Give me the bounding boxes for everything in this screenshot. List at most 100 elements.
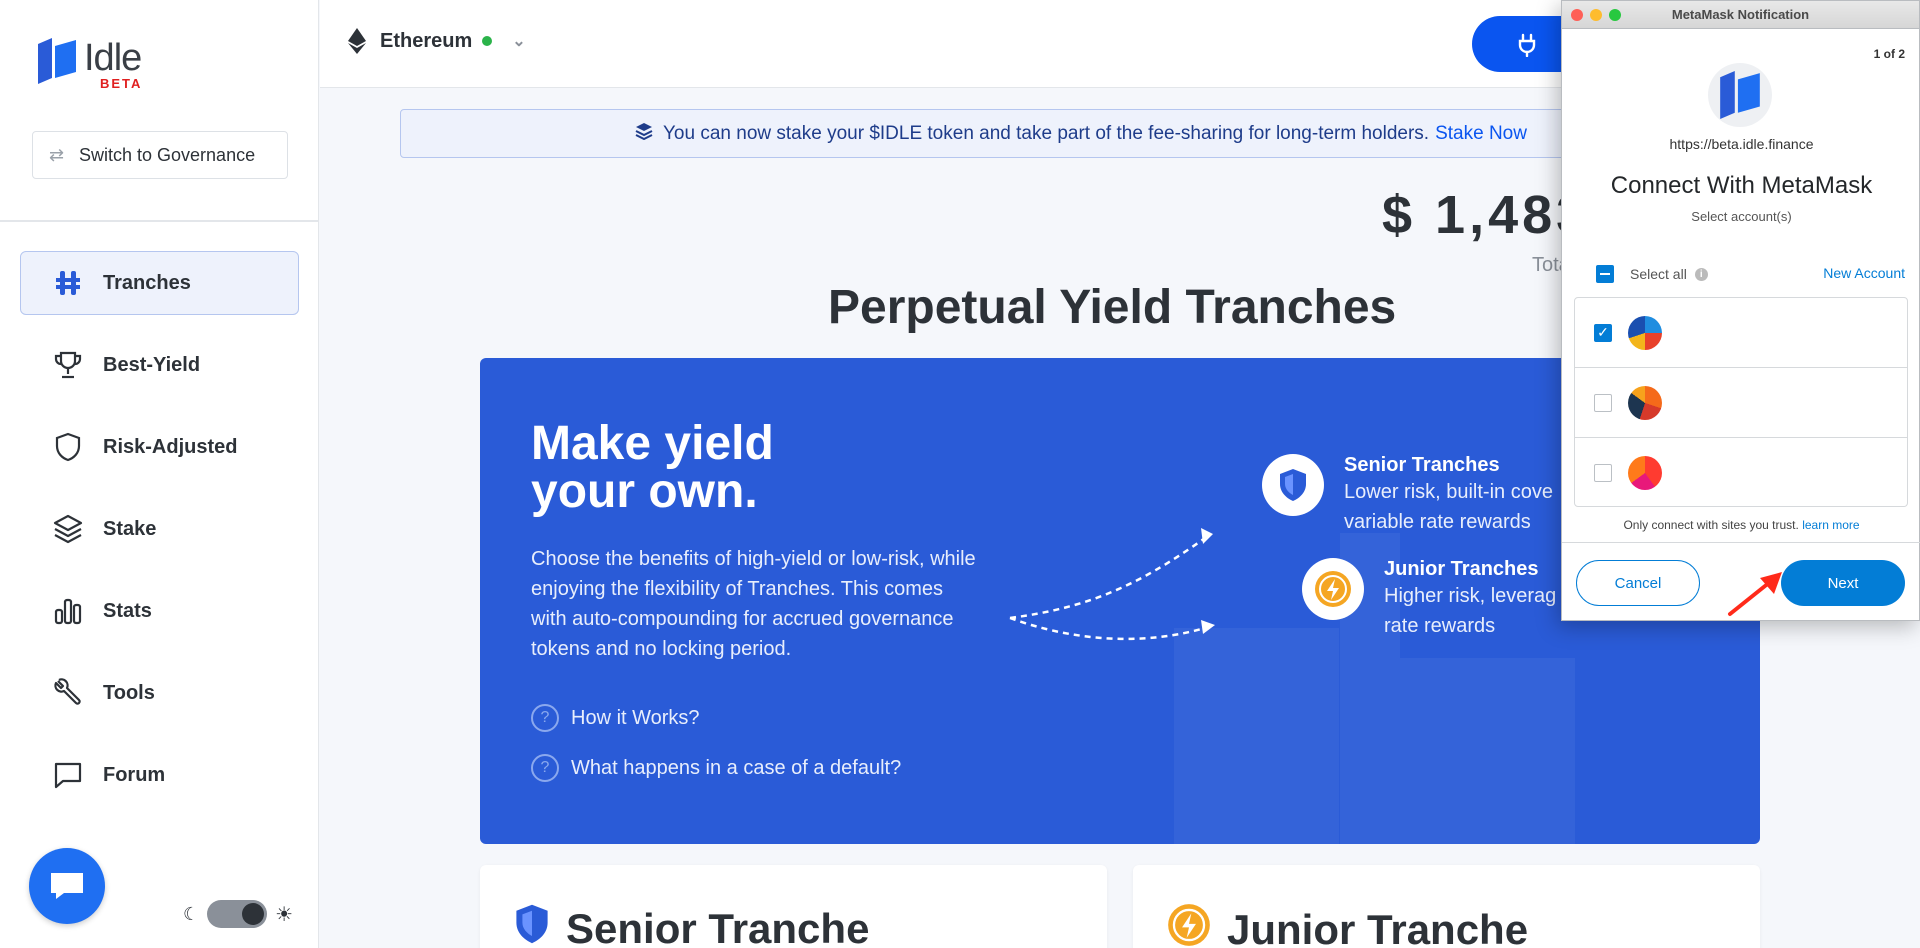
junior-tranches-feature: Junior Tranches Higher risk, leverag rat…	[1302, 558, 1556, 641]
senior-tranches-title: Senior Tranches	[1344, 454, 1500, 476]
network-status-dot	[482, 36, 493, 46]
select-all-checkbox[interactable]: Select all i	[1596, 265, 1708, 283]
switch-label: Switch to Governance	[79, 144, 256, 165]
sidebar-item-label: Best-Yield	[103, 353, 201, 376]
chat-bubble-icon	[51, 758, 85, 792]
idle-logo-icon	[38, 38, 76, 84]
sidebar-item-stats[interactable]: Stats	[20, 579, 299, 643]
account-list: ✓	[1574, 297, 1908, 507]
ethereum-icon	[348, 28, 366, 54]
swap-icon: ⇄	[49, 145, 65, 165]
sidebar-item-risk-adjusted[interactable]: Risk-Adjusted	[20, 415, 299, 479]
senior-shield-icon	[1262, 454, 1324, 516]
account-checkbox-checked[interactable]: ✓	[1594, 323, 1612, 342]
account-row[interactable]	[1575, 438, 1907, 506]
senior-tranches-desc2: variable rate rewards	[1344, 511, 1531, 533]
sidebar-divider	[0, 220, 319, 222]
question-icon: ?	[531, 704, 559, 732]
sidebar-item-forum[interactable]: Forum	[20, 743, 299, 807]
question-icon: ?	[531, 754, 559, 782]
layers-icon	[51, 512, 85, 546]
connect-title: Connect With MetaMask	[1610, 172, 1873, 199]
new-account-link[interactable]: New Account	[1823, 265, 1905, 281]
sidebar-item-tranches[interactable]: Tranches	[20, 251, 299, 315]
dashed-arrows	[1009, 528, 1215, 641]
site-logo-icon	[1708, 63, 1772, 127]
hero-title-line1: Make yield	[531, 417, 774, 470]
sidebar-item-label: Tranches	[103, 271, 191, 294]
network-selector[interactable]: Ethereum ⌄	[348, 28, 526, 54]
account-row[interactable]	[1575, 368, 1907, 438]
senior-tranches-desc1: Lower risk, built-in cove	[1344, 481, 1553, 503]
hero-title: Make yield your own.	[531, 420, 774, 516]
sidebar-item-tools[interactable]: Tools	[20, 661, 299, 725]
junior-tranches-desc1: Higher risk, leverag	[1384, 585, 1557, 607]
trust-text: Only connect with sites you trust.	[1623, 518, 1799, 532]
junior-lightning-icon	[1302, 558, 1364, 620]
tranches-icon	[51, 266, 85, 300]
sidebar-item-label: Stake	[103, 517, 157, 540]
sidebar: Idle BETA ⇄ Switch to Governance Tranche…	[0, 0, 319, 948]
how-it-works-link[interactable]: ? How it Works?	[531, 704, 700, 732]
layers-icon	[635, 122, 653, 146]
junior-tranches-title: Junior Tranches	[1384, 558, 1539, 580]
indeterminate-checkbox-icon	[1596, 265, 1614, 283]
junior-tranches-desc2: rate rewards	[1384, 615, 1496, 637]
total-value-locked: $ 1,483	[1382, 185, 1591, 245]
lightning-icon	[1167, 903, 1211, 948]
network-name: Ethereum	[380, 29, 473, 52]
wrench-icon	[51, 676, 85, 710]
junior-card-title: Junior Tranche	[1227, 906, 1529, 948]
banner-text: You can now stake your $IDLE token and t…	[663, 122, 1430, 144]
account-checkbox[interactable]	[1594, 464, 1612, 482]
beta-badge: BETA	[100, 76, 143, 91]
window-title: MetaMask Notification	[1671, 7, 1810, 22]
staking-banner: You can now stake your $IDLE token and t…	[400, 109, 1620, 158]
theme-toggle-knob	[242, 903, 265, 925]
moon-icon: ☾	[183, 903, 200, 924]
site-url: https://beta.idle.finance	[1669, 136, 1814, 152]
next-button[interactable]: Next	[1781, 560, 1905, 606]
shield-icon	[51, 430, 85, 464]
senior-tranche-card[interactable]: Senior Tranche	[480, 865, 1107, 948]
sidebar-item-label: Risk-Adjusted	[103, 435, 238, 458]
chevron-down-icon: ⌄	[512, 33, 526, 50]
how-it-works-label: How it Works?	[571, 706, 700, 729]
senior-card-title: Senior Tranche	[566, 905, 870, 948]
switch-to-governance-button[interactable]: ⇄ Switch to Governance	[32, 131, 288, 179]
sidebar-item-label: Forum	[103, 763, 166, 786]
bar-chart-icon	[51, 594, 85, 628]
learn-more-link[interactable]: learn more	[1802, 518, 1859, 532]
page-title: Perpetual Yield Tranches	[828, 281, 1397, 334]
support-chat-button[interactable]	[29, 848, 105, 924]
logo-wordmark: Idle	[84, 37, 142, 79]
theme-toggle[interactable]: ☾ ☀	[183, 900, 293, 928]
sidebar-item-label: Tools	[103, 681, 155, 704]
shield-icon	[514, 903, 550, 948]
sidebar-item-stake[interactable]: Stake	[20, 497, 299, 561]
info-icon[interactable]: i	[1694, 267, 1708, 281]
hero-decoration	[1400, 658, 1575, 844]
junior-tranche-card[interactable]: Junior Tranche	[1133, 865, 1760, 948]
hero-title-line2: your own.	[531, 465, 758, 518]
trophy-icon	[51, 348, 85, 382]
sidebar-item-best-yield[interactable]: Best-Yield	[20, 333, 299, 397]
connect-subtitle: Select account(s)	[1691, 209, 1792, 224]
theme-toggle-track[interactable]	[207, 900, 268, 928]
page-indicator: 1 of 2	[1873, 47, 1905, 61]
metamask-notification-window: MetaMask Notification 1 of 2 https://bet…	[1561, 0, 1920, 621]
account-avatar	[1628, 385, 1662, 420]
trust-notice: Only connect with sites you trust. learn…	[1562, 518, 1920, 532]
account-avatar	[1628, 315, 1662, 350]
sun-icon: ☀	[275, 903, 294, 926]
hero-decoration	[1174, 628, 1339, 844]
footer-divider	[1562, 542, 1920, 543]
account-checkbox[interactable]	[1594, 393, 1612, 412]
hero-description: Choose the benefits of high-yield or low…	[531, 548, 976, 660]
default-case-label: What happens in a case of a default?	[571, 756, 902, 779]
default-case-link[interactable]: ? What happens in a case of a default?	[531, 754, 901, 782]
idle-logo[interactable]: Idle BETA	[38, 38, 142, 90]
stake-now-link[interactable]: Stake Now	[1435, 123, 1527, 145]
cancel-button[interactable]: Cancel	[1576, 560, 1700, 606]
account-row[interactable]: ✓	[1575, 298, 1907, 368]
